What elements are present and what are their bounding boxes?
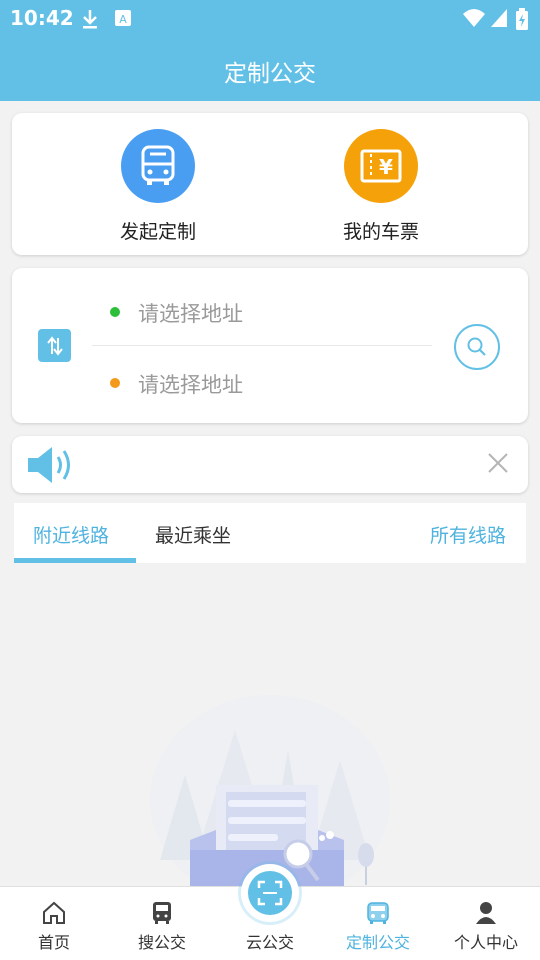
speaker-icon xyxy=(26,445,80,489)
svg-text:¥: ¥ xyxy=(379,155,393,179)
nav-search-bus[interactable]: 搜公交 xyxy=(108,899,216,953)
tab-indicator xyxy=(14,558,136,563)
cloud-bus-scan-button[interactable] xyxy=(241,864,299,922)
notice-bar xyxy=(12,436,528,493)
nav-profile-label: 个人中心 xyxy=(453,933,518,952)
bus-icon xyxy=(108,899,216,927)
nav-profile[interactable]: 个人中心 xyxy=(432,899,540,953)
start-custom-button[interactable]: 发起定制 xyxy=(78,129,238,244)
empty-state-illustration xyxy=(140,690,400,905)
search-button[interactable] xyxy=(454,324,500,370)
tab-all-routes[interactable]: 所有线路 xyxy=(430,521,506,548)
page-title: 定制公交 xyxy=(224,61,316,87)
status-time: 10:42 xyxy=(10,6,74,30)
nav-home-label: 首页 xyxy=(37,933,70,952)
from-address-field[interactable]: 请选择地址 xyxy=(110,298,243,328)
title-bar: 定制公交 xyxy=(0,36,540,101)
battery-icon xyxy=(516,8,528,34)
to-address-field[interactable]: 请选择地址 xyxy=(110,369,243,399)
quick-actions-card: 发起定制 ¥ 我的车票 xyxy=(12,113,528,255)
svg-text:A: A xyxy=(119,13,127,26)
nav-search-bus-label: 搜公交 xyxy=(137,933,186,952)
home-icon xyxy=(0,899,108,927)
signal-icon xyxy=(490,8,508,32)
start-custom-label: 发起定制 xyxy=(119,221,196,243)
route-tabs: 附近线路 最近乘坐 所有线路 xyxy=(14,503,526,563)
scan-icon xyxy=(248,871,292,915)
bus-icon xyxy=(121,129,195,203)
swap-icon xyxy=(46,335,63,356)
my-tickets-label: 我的车票 xyxy=(342,221,419,243)
tab-recent[interactable]: 最近乘坐 xyxy=(155,521,231,548)
search-icon xyxy=(467,337,486,356)
nav-custom-bus[interactable]: 定制公交 xyxy=(324,899,432,953)
close-icon[interactable] xyxy=(486,451,510,479)
origin-dot xyxy=(110,307,120,317)
person-icon xyxy=(432,899,540,927)
status-bar: 10:42 A xyxy=(0,0,540,36)
nav-cloud-bus-label: 云公交 xyxy=(245,933,294,952)
my-tickets-button[interactable]: ¥ 我的车票 xyxy=(301,129,461,244)
route-card: 请选择地址 请选择地址 xyxy=(12,268,528,423)
nav-home[interactable]: 首页 xyxy=(0,899,108,953)
wifi-icon xyxy=(462,8,486,32)
download-icon xyxy=(80,8,100,34)
text-notification-icon: A xyxy=(114,8,132,32)
tab-nearby[interactable]: 附近线路 xyxy=(33,521,109,548)
nav-custom-bus-label: 定制公交 xyxy=(345,933,410,952)
divider xyxy=(92,345,432,346)
swap-button[interactable] xyxy=(38,329,71,362)
ticket-icon: ¥ xyxy=(344,129,418,203)
custom-bus-icon xyxy=(324,899,432,927)
from-address-placeholder: 请选择地址 xyxy=(138,302,243,326)
destination-dot xyxy=(110,378,120,388)
to-address-placeholder: 请选择地址 xyxy=(138,373,243,397)
